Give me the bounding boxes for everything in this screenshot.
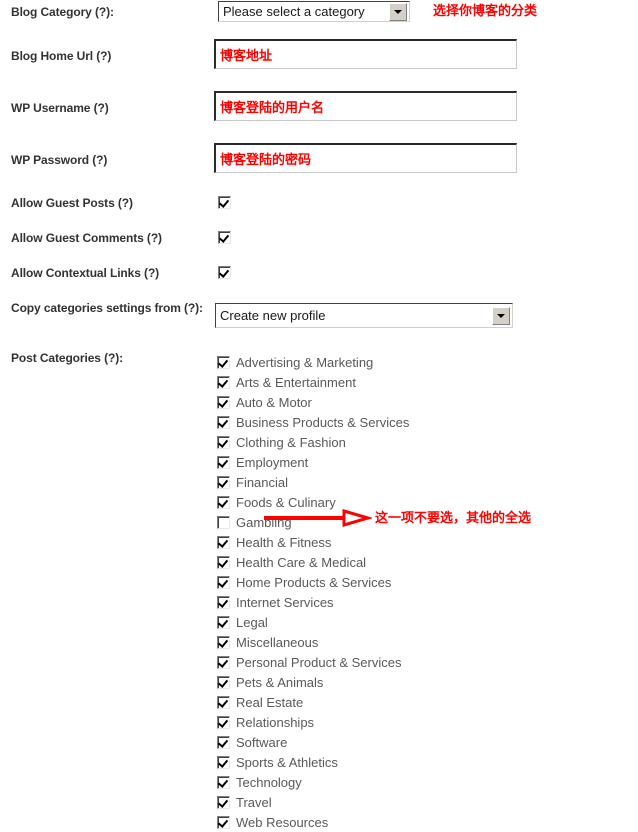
allow-guest-comments-checkbox[interactable]	[218, 231, 231, 244]
category-checkbox[interactable]	[217, 715, 230, 729]
category-label: Clothing & Fashion	[236, 434, 346, 450]
chevron-down-icon[interactable]	[389, 2, 407, 21]
category-item[interactable]: Financial	[217, 472, 557, 492]
label-copy-categories-settings: Copy categories settings from (?):	[11, 301, 203, 315]
category-item[interactable]: Miscellaneous	[217, 632, 557, 652]
label-post-categories: Post Categories (?):	[11, 351, 124, 365]
blog-category-select-value: Please select a category	[223, 4, 365, 19]
category-item[interactable]: Auto & Motor	[217, 392, 557, 412]
category-label: Pets & Animals	[236, 674, 324, 690]
blog-home-url-value: 博客地址	[220, 49, 273, 64]
blog-category-select[interactable]: Please select a category	[218, 1, 410, 22]
category-label: Web Resources	[236, 814, 329, 830]
category-item[interactable]: Web Resources	[217, 812, 557, 832]
category-item[interactable]: Relationships	[217, 712, 557, 732]
category-item[interactable]: Clothing & Fashion	[217, 432, 557, 452]
category-checkbox[interactable]	[217, 535, 230, 549]
category-checkbox[interactable]	[217, 495, 230, 509]
category-checkbox[interactable]	[217, 555, 230, 569]
blog-home-url-input[interactable]: 博客地址	[214, 39, 517, 69]
category-item[interactable]: Sports & Athletics	[217, 752, 557, 772]
category-label: Arts & Entertainment	[236, 374, 356, 390]
category-checkbox[interactable]	[217, 795, 230, 809]
wp-username-input[interactable]: 博客登陆的用户名	[214, 91, 517, 121]
category-item[interactable]: Pets & Animals	[217, 672, 557, 692]
category-label: Foods & Culinary	[236, 494, 336, 510]
category-item[interactable]: Legal	[217, 612, 557, 632]
category-checkbox[interactable]	[217, 415, 230, 429]
category-checkbox[interactable]	[217, 575, 230, 589]
category-label: Employment	[236, 454, 309, 470]
category-label: Internet Services	[236, 594, 334, 610]
category-label: Business Products & Services	[236, 414, 410, 430]
category-checkbox[interactable]	[217, 815, 230, 829]
category-item[interactable]: Software	[217, 732, 557, 752]
category-item[interactable]: Health Care & Medical	[217, 552, 557, 572]
category-item[interactable]: Home Products & Services	[217, 572, 557, 592]
category-label: Personal Product & Services	[236, 654, 402, 670]
annotation-blog-category: 选择你博客的分类	[433, 4, 538, 19]
blog-settings-form: Blog Category (?): Please select a categ…	[0, 0, 638, 832]
category-label: Relationships	[236, 714, 315, 730]
wp-password-value: 博客登陆的密码	[220, 153, 312, 168]
category-label: Miscellaneous	[236, 634, 319, 650]
allow-contextual-links-checkbox[interactable]	[218, 266, 231, 279]
category-checkbox[interactable]	[217, 475, 230, 489]
label-blog-home-url: Blog Home Url (?)	[11, 49, 112, 63]
category-item[interactable]: Health & Fitness	[217, 532, 557, 552]
category-label: Health & Fitness	[236, 534, 332, 550]
category-item[interactable]: Personal Product & Services	[217, 652, 557, 672]
post-categories-list: Advertising & Marketing Arts & Entertainm…	[217, 352, 557, 832]
category-item[interactable]: Internet Services	[217, 592, 557, 612]
label-blog-category: Blog Category (?):	[11, 5, 114, 19]
category-label: Technology	[236, 774, 302, 790]
category-checkbox[interactable]	[217, 755, 230, 769]
category-item[interactable]: Business Products & Services	[217, 412, 557, 432]
category-checkbox[interactable]	[217, 655, 230, 669]
category-checkbox[interactable]	[217, 595, 230, 609]
category-checkbox[interactable]	[217, 455, 230, 469]
label-wp-password: WP Password (?)	[11, 153, 108, 167]
category-checkbox[interactable]	[217, 695, 230, 709]
label-allow-guest-comments: Allow Guest Comments (?)	[11, 231, 162, 245]
category-item[interactable]: Technology	[217, 772, 557, 792]
copy-categories-select-value: Create new profile	[220, 308, 326, 323]
category-checkbox[interactable]	[217, 675, 230, 689]
category-label: Auto & Motor	[236, 394, 312, 410]
category-checkbox[interactable]	[217, 375, 230, 389]
category-item[interactable]: Travel	[217, 792, 557, 812]
category-checkbox[interactable]	[217, 775, 230, 789]
category-label: Real Estate	[236, 694, 304, 710]
category-label: Software	[236, 734, 288, 750]
category-item[interactable]: Employment	[217, 452, 557, 472]
annotation-gambling: 这一项不要选，其他的全选	[375, 511, 532, 526]
label-wp-username: WP Username (?)	[11, 101, 109, 115]
wp-username-value: 博客登陆的用户名	[220, 101, 325, 116]
category-checkbox[interactable]	[217, 615, 230, 629]
category-label: Home Products & Services	[236, 574, 392, 590]
category-item[interactable]: Arts & Entertainment	[217, 372, 557, 392]
category-label: Health Care & Medical	[236, 554, 367, 570]
category-item[interactable]: Real Estate	[217, 692, 557, 712]
category-checkbox[interactable]	[217, 515, 230, 529]
allow-guest-posts-checkbox[interactable]	[218, 196, 231, 209]
category-checkbox[interactable]	[217, 395, 230, 409]
category-label: Travel	[236, 794, 272, 810]
category-label: Legal	[236, 614, 268, 630]
category-checkbox[interactable]	[217, 735, 230, 749]
category-checkbox[interactable]	[217, 635, 230, 649]
category-label: Advertising & Marketing	[236, 354, 374, 370]
label-allow-guest-posts: Allow Guest Posts (?)	[11, 196, 133, 210]
category-item[interactable]: Advertising & Marketing	[217, 352, 557, 372]
category-label: Financial	[236, 474, 289, 490]
label-allow-contextual-links: Allow Contextual Links (?)	[11, 266, 160, 280]
chevron-down-icon-2[interactable]	[492, 306, 510, 325]
category-label: Sports & Athletics	[236, 754, 338, 770]
wp-password-input[interactable]: 博客登陆的密码	[214, 143, 517, 173]
category-checkbox[interactable]	[217, 435, 230, 449]
copy-categories-select[interactable]: Create new profile	[215, 303, 513, 328]
category-checkbox[interactable]	[217, 355, 230, 369]
category-label: Gambling	[236, 514, 292, 530]
category-item[interactable]: Foods & Culinary	[217, 492, 557, 512]
